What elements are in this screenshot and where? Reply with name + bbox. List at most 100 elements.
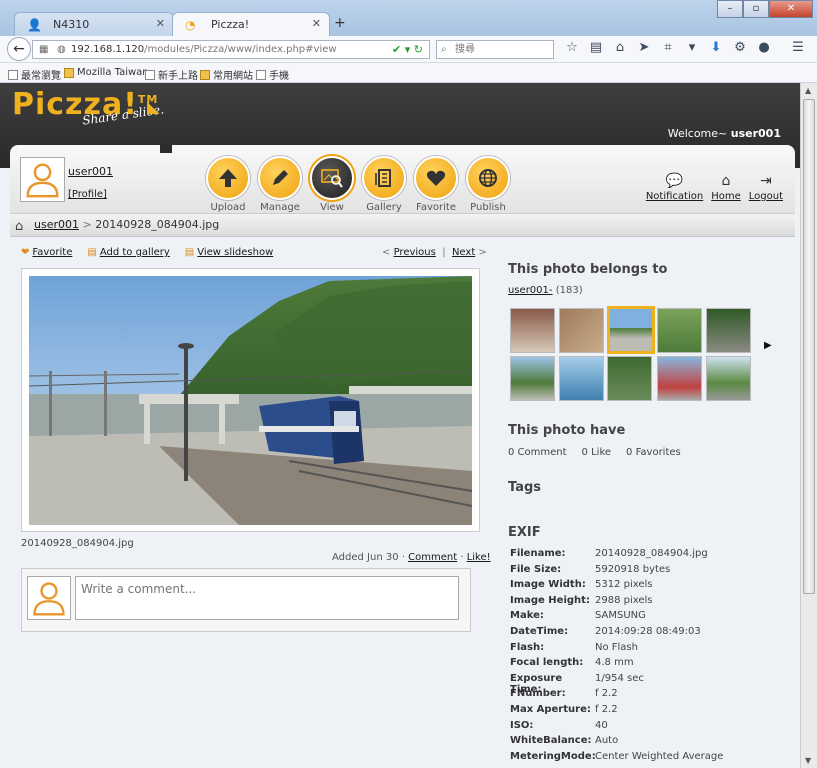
comment-link[interactable]: Comment <box>408 552 457 563</box>
next-link[interactable]: Next <box>452 247 475 258</box>
manage-button[interactable]: Manage <box>258 156 302 213</box>
breadcrumb: ⌂ user001 > 20140928_084904.jpg <box>10 213 795 237</box>
url-host: 192.168.1.120 <box>71 44 145 55</box>
thumbnail[interactable] <box>657 356 702 401</box>
folder-icon <box>200 69 210 80</box>
scroll-down-icon[interactable]: ▼ <box>805 756 811 765</box>
favorite-button[interactable]: Favorite <box>414 156 458 213</box>
previous-link[interactable]: Previous <box>394 247 436 258</box>
page-scrollbar[interactable]: ▲ ▼ <box>800 83 817 768</box>
add-to-gallery-link[interactable]: ▤ Add to gallery <box>87 247 169 258</box>
download-icon[interactable]: ⬇ <box>706 40 726 55</box>
exif-key: Make: <box>510 610 544 622</box>
action-buttons: Upload Manage View Gallery Favorite Publ… <box>206 156 510 213</box>
exif-value: 4.8 mm <box>595 657 634 669</box>
like-link[interactable]: Like! <box>467 552 491 563</box>
user-name-link[interactable]: user001 <box>68 165 113 178</box>
user-avatar-icon <box>33 582 65 616</box>
home-icon[interactable]: ⌂ <box>15 216 23 238</box>
train-station-photo <box>29 276 472 525</box>
exif-key: Image Height: <box>510 594 590 606</box>
logout-link[interactable]: ⇥ Logout <box>749 173 783 202</box>
exif-key: ISO: <box>510 719 534 731</box>
browser-tab-n4310[interactable]: 👤 N4310 ✕ <box>14 12 174 36</box>
publish-button[interactable]: Publish <box>466 156 510 213</box>
exif-key: Exposure Time: <box>510 672 563 695</box>
favorite-link[interactable]: ❤ Favorite <box>21 247 72 258</box>
new-tab-icon[interactable]: + <box>334 15 346 31</box>
close-window-icon[interactable]: ✕ <box>769 0 813 18</box>
profile-link[interactable]: [Profile] <box>68 189 107 200</box>
comment-input[interactable] <box>75 576 459 620</box>
scroll-up-icon[interactable]: ▲ <box>805 86 811 95</box>
thumbnail-next-arrow-icon[interactable]: ▶ <box>764 340 772 351</box>
scrollbar-thumb[interactable] <box>803 99 815 594</box>
chat-icon[interactable]: ● <box>754 40 774 55</box>
thumbnail[interactable] <box>706 356 751 401</box>
bookmark-item[interactable]: 新手上路 <box>145 67 198 82</box>
minimize-icon[interactable]: – <box>717 0 743 18</box>
photo-tools: ❤ Favorite ▤ Add to gallery ▤ View slidesho… <box>21 247 273 258</box>
exif-row: Flash: No Flash <box>510 642 723 658</box>
dropdown-icon[interactable]: ▾ <box>682 40 702 55</box>
bookmark-item[interactable]: 手機 <box>256 67 289 82</box>
bookmark-item[interactable]: 常用網站 <box>200 67 253 82</box>
gallery-link[interactable]: user001- <box>508 285 553 296</box>
exif-value: 5312 pixels <box>595 579 653 591</box>
main-photo[interactable] <box>21 268 480 532</box>
home-icon[interactable]: ⌂ <box>610 40 630 55</box>
search-placeholder: 搜尋 <box>455 44 475 55</box>
bookmarks-bar: 最常瀏覽 Mozilla Taiwan 新手上路 常用網站 手機 <box>0 63 817 83</box>
thumbnail[interactable] <box>510 308 555 353</box>
globe-icon <box>479 169 497 187</box>
gear-icon[interactable]: ⚙ <box>730 40 750 55</box>
bookmark-item[interactable]: 最常瀏覽 <box>8 67 61 82</box>
url-bar[interactable]: ▦ ◍ 192.168.1.120/modules/Piczza/www/ind… <box>32 40 430 59</box>
exif-key: WhiteBalance: <box>510 735 592 747</box>
user-avatar-icon <box>26 163 59 198</box>
exif-value: 40 <box>595 719 608 731</box>
browser-tab-piczza[interactable]: ◔ Piczza! ✕ <box>172 12 330 36</box>
gallery-button[interactable]: Gallery <box>362 156 406 213</box>
search-input[interactable]: ⌕ 搜尋 <box>436 40 554 59</box>
maximize-icon[interactable]: ▫ <box>743 0 769 18</box>
heart-icon <box>426 170 446 186</box>
exif-value: 5920918 bytes <box>595 563 671 575</box>
thumbnail[interactable] <box>607 356 652 401</box>
breadcrumb-user-link[interactable]: user001 <box>34 218 79 231</box>
browser-tab-bar: 👤 N4310 ✕ ◔ Piczza! ✕ + – ▫ ✕ <box>0 0 817 36</box>
exif-table: Filename: 20140928_084904.jpg File Size: 59… <box>510 548 723 766</box>
thumbnail[interactable] <box>510 356 555 401</box>
avatar[interactable] <box>20 157 65 202</box>
notification-link[interactable]: 💬 Notification <box>646 173 703 202</box>
crop-icon[interactable]: ⌗ <box>658 40 678 55</box>
thumbnail[interactable] <box>706 308 751 353</box>
exif-row: ISO: 40 <box>510 720 723 736</box>
gallery-icon <box>375 169 391 187</box>
star-icon[interactable]: ☆ <box>562 40 582 55</box>
exif-row: Max Aperture: f 2.2 <box>510 704 723 720</box>
back-arrow-icon[interactable]: ← <box>7 37 31 61</box>
view-button[interactable]: View <box>310 156 354 213</box>
exif-row: Filename: 20140928_084904.jpg <box>510 548 723 564</box>
thumbnail[interactable] <box>559 356 604 401</box>
welcome-text: Welcome~ user001 <box>667 127 781 140</box>
pizza-slice-icon: ◣ <box>147 97 160 116</box>
home-link[interactable]: ⌂ Home <box>711 173 741 202</box>
thumbnail-selected[interactable] <box>607 306 655 354</box>
page-icon <box>145 69 155 80</box>
page-info-icon[interactable]: ▦ <box>39 41 48 58</box>
view-slideshow-link[interactable]: ▤ View slideshow <box>185 247 273 258</box>
close-tab-icon[interactable]: ✕ <box>312 17 321 30</box>
heart-add-icon: ❤ <box>21 247 30 258</box>
bookmark-item[interactable]: Mozilla Taiwan <box>64 67 149 78</box>
send-icon[interactable]: ➤ <box>634 40 654 55</box>
menu-icon[interactable]: ☰ <box>788 40 808 55</box>
folder-icon <box>64 67 74 78</box>
close-tab-icon[interactable]: ✕ <box>156 17 165 30</box>
upload-button[interactable]: Upload <box>206 156 250 213</box>
exif-row: File Size: 5920918 bytes <box>510 564 723 580</box>
clipboard-icon[interactable]: ▤ <box>586 40 606 55</box>
thumbnail[interactable] <box>657 308 702 353</box>
thumbnail[interactable] <box>559 308 604 353</box>
